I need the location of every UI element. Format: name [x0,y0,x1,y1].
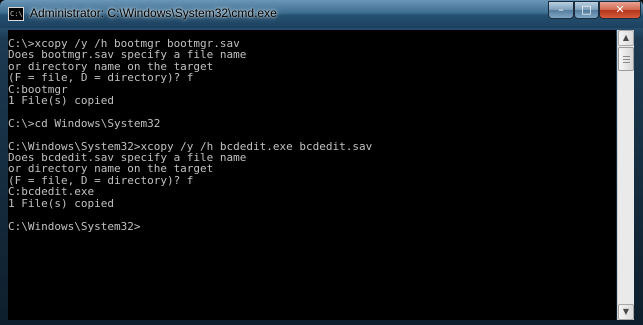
thumb-grip-line [623,56,630,57]
scroll-up-button[interactable]: ▲ [618,30,634,46]
vertical-scrollbar[interactable]: ▲ ▼ [617,30,634,320]
window-title: Administrator: C:\Windows\System32\cmd.e… [30,6,277,20]
minimize-icon: – [558,3,564,16]
console-line: 1 File(s) copied [8,196,114,210]
scroll-down-button[interactable]: ▼ [618,304,634,320]
maximize-icon: □ [581,3,592,16]
scrollbar-thumb[interactable] [618,47,634,71]
scroll-up-arrow-icon: ▲ [622,33,630,42]
console-line: 1 File(s) copied [8,94,114,108]
minimize-button[interactable]: – [548,1,574,19]
maximize-button[interactable]: □ [574,1,599,19]
console-area[interactable]: C:\>xcopy /y /h bootmgr bootmgr.sav Does… [8,30,616,320]
console-window: C:\ Administrator: C:\Windows\System32\c… [0,0,643,325]
console-output: C:\>xcopy /y /h bootmgr bootmgr.sav Does… [8,38,616,232]
title-bar[interactable]: C:\ Administrator: C:\Windows\System32\c… [0,0,643,28]
cmd-console-icon[interactable]: C:\ [8,7,24,21]
console-line: C:\>cd Windows\System32 [8,116,161,130]
close-button[interactable]: ✕ [599,1,641,19]
thumb-grip-line [623,62,630,63]
close-icon: ✕ [615,3,625,16]
thumb-grip-line [623,59,630,60]
scroll-down-arrow-icon: ▼ [622,307,630,316]
console-line: C:\Windows\System32> [8,219,141,233]
